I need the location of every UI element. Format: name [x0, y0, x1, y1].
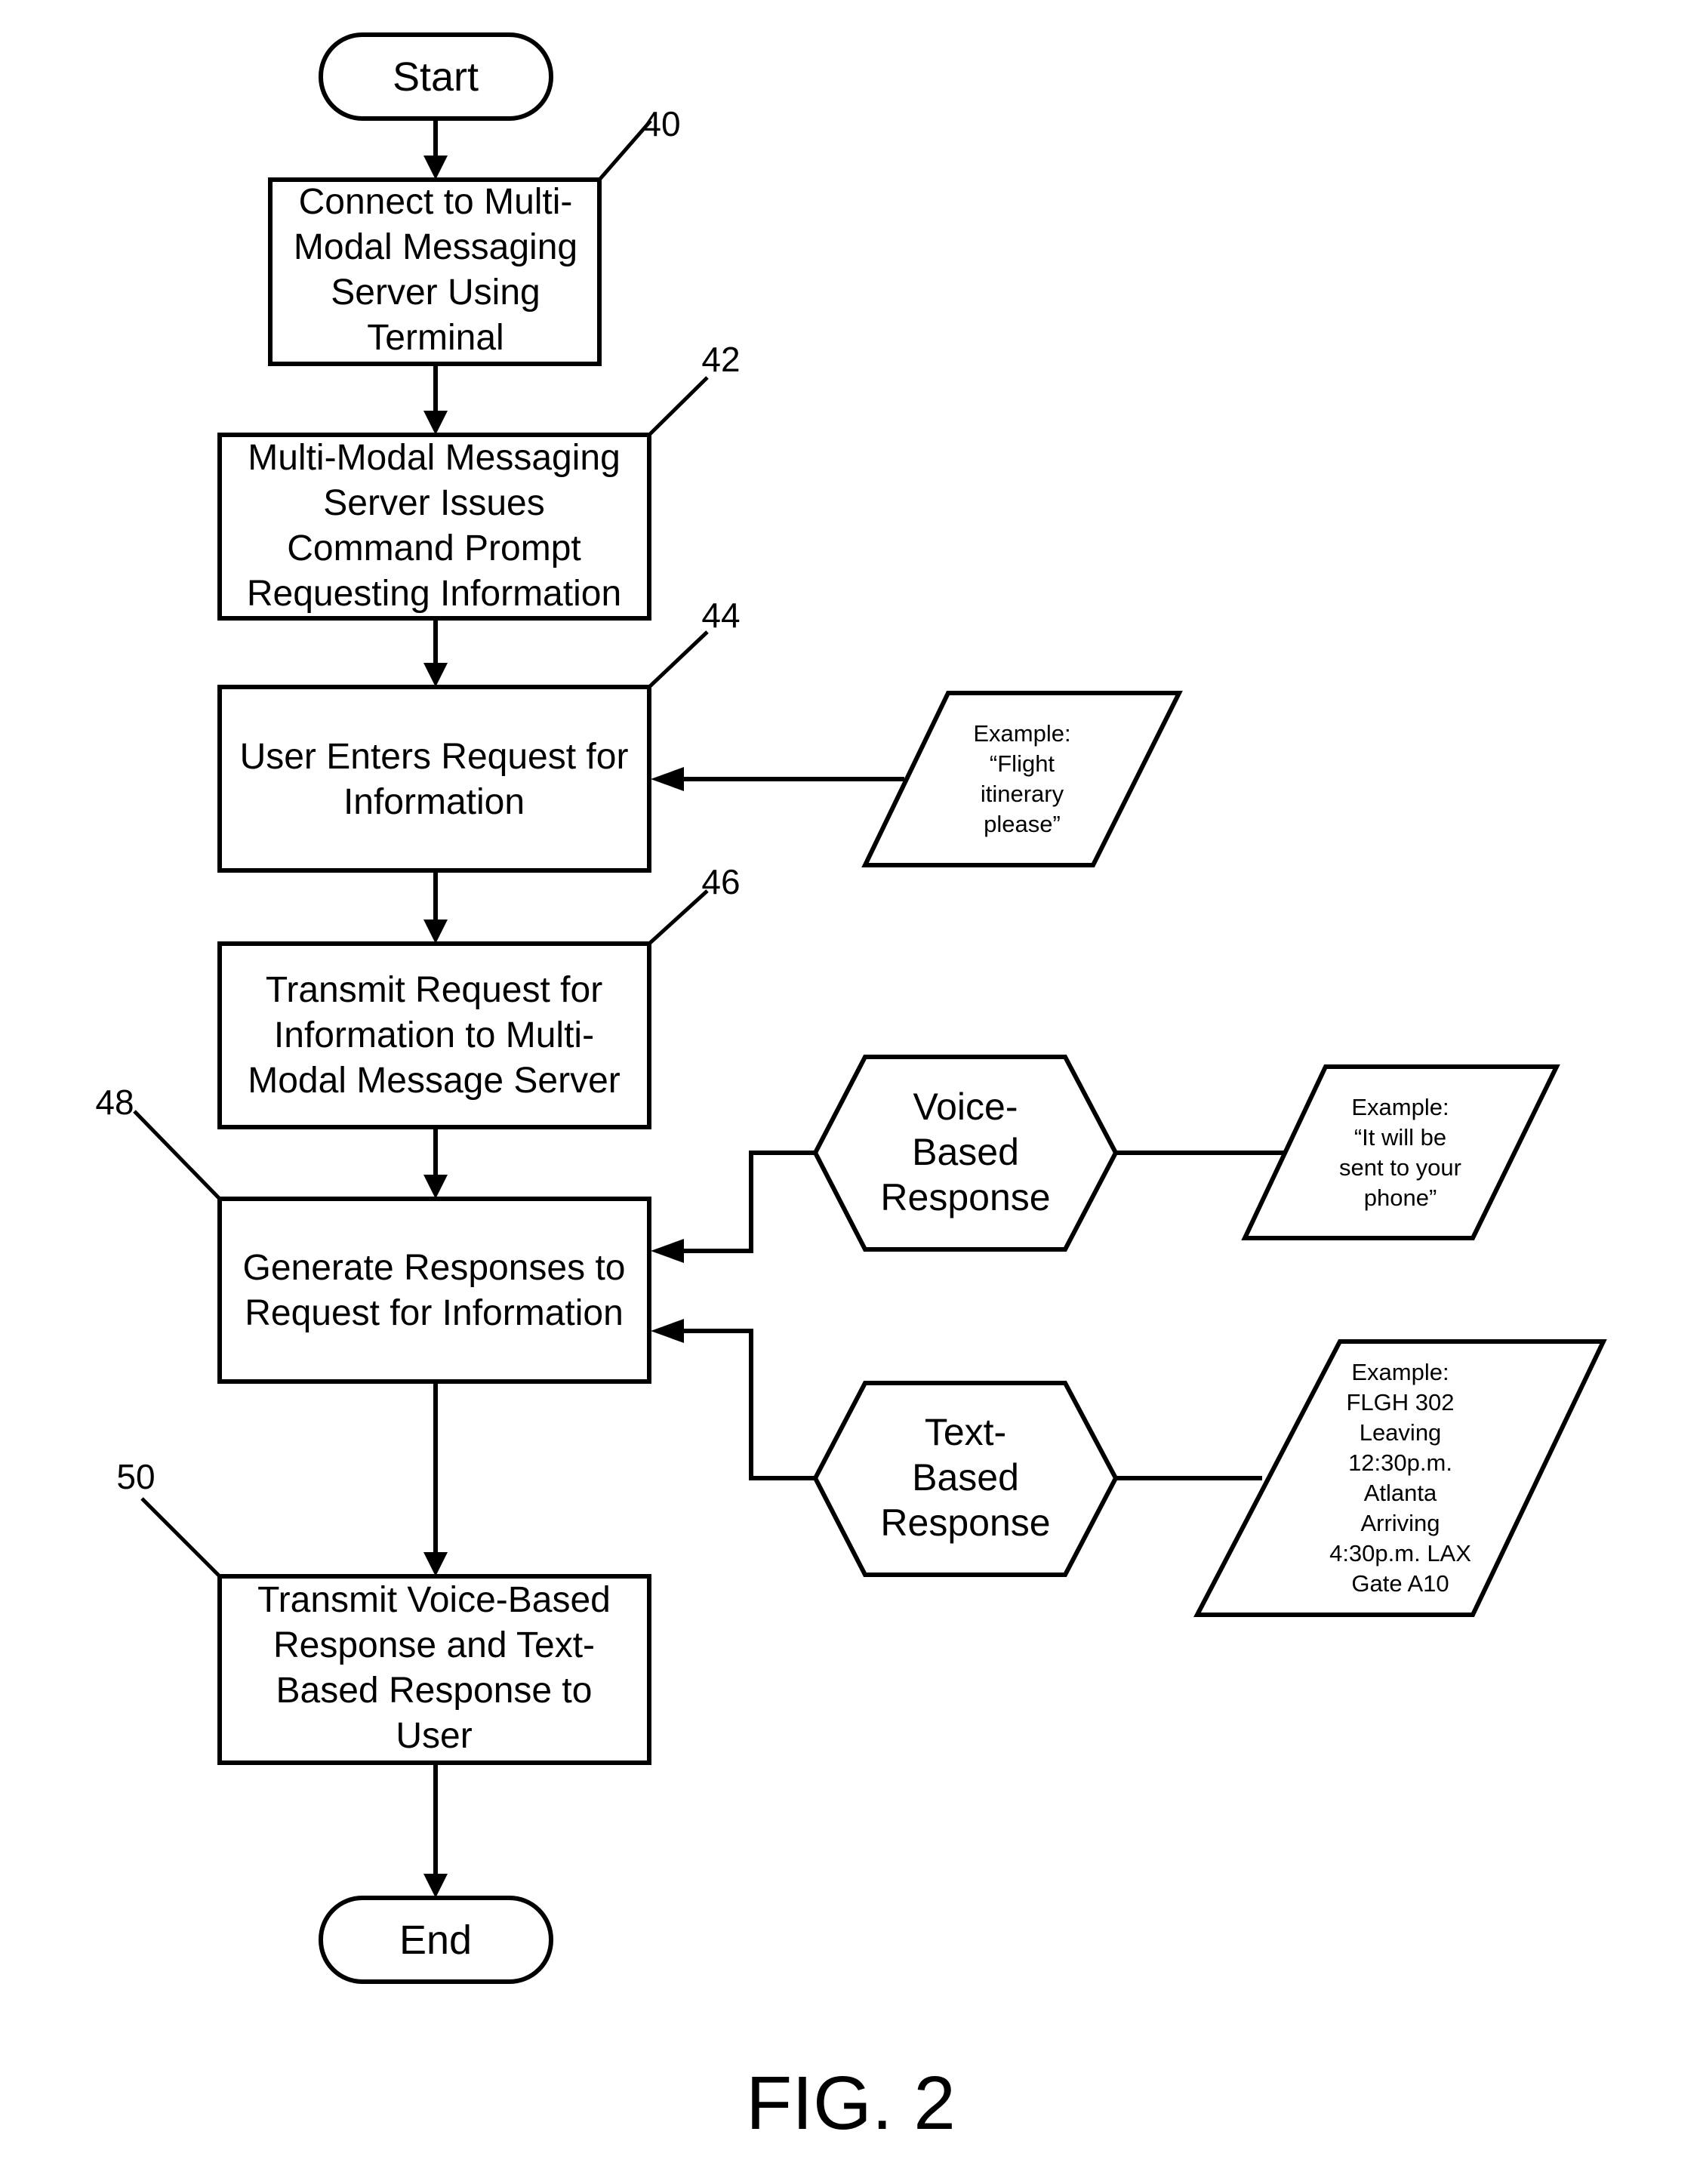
arrow-head	[651, 1239, 684, 1263]
ref-leader-46	[648, 889, 709, 945]
voice-response-line-1: Voice-	[913, 1086, 1018, 1128]
example-1-line-1: Example:	[973, 720, 1070, 747]
arrow-head	[423, 663, 448, 687]
arrow-head	[423, 1552, 448, 1576]
step-48-line-1: Generate Responses to	[243, 1248, 626, 1288]
example-3-line-2: FLGH 302	[1346, 1389, 1454, 1415]
step-42-line-2: Server Issues	[323, 483, 544, 523]
step-40-line-4: Terminal	[367, 318, 504, 358]
arrow-head	[423, 919, 448, 944]
example-2-line-3: sent to your	[1339, 1154, 1461, 1181]
ref-48: 48	[95, 1083, 134, 1122]
step-40-line-2: Modal Messaging	[294, 227, 577, 267]
text-response-line-1: Text-	[925, 1411, 1006, 1453]
step-44: User Enters Request for Information 44	[217, 596, 741, 873]
arrow-head	[423, 156, 448, 180]
step-46: Transmit Request for Information to Mult…	[217, 862, 741, 1129]
connector-voice-to-48	[672, 1151, 815, 1253]
arrow-head	[651, 1319, 684, 1343]
arrow-head	[423, 1874, 448, 1898]
example-3-line-1: Example:	[1351, 1359, 1449, 1385]
flowchart: Start End Connect to Multi- Modal Messag…	[95, 32, 1607, 2145]
example-2-line-4: phone”	[1364, 1184, 1437, 1211]
start-label: Start	[393, 54, 479, 100]
text-response-line-3: Response	[880, 1502, 1050, 1544]
step-44-line-1: User Enters Request for	[240, 737, 629, 777]
example-2-line-2: “It will be	[1354, 1124, 1446, 1151]
ref-44: 44	[701, 596, 740, 635]
step-50-line-2: Response and Text-	[273, 1625, 595, 1665]
step-50: Transmit Voice-Based Response and Text- …	[116, 1457, 651, 1765]
start-terminal: Start	[319, 32, 553, 121]
ref-leader-48	[133, 1110, 221, 1200]
voice-response: Voice- Based Response	[812, 1055, 1119, 1252]
step-46-line-3: Modal Message Server	[248, 1061, 621, 1101]
step-42-line-3: Command Prompt	[287, 528, 580, 568]
example-3-line-3: Leaving	[1360, 1419, 1442, 1446]
example-1: Example: “Flight itinerary please”	[861, 691, 1183, 867]
example-3-line-5: Atlanta	[1364, 1480, 1437, 1506]
step-42: Multi-Modal Messaging Server Issues Comm…	[217, 340, 741, 621]
ref-40: 40	[642, 104, 680, 143]
example-2-parallelogram	[1241, 1064, 1560, 1240]
example-1-parallelogram	[861, 691, 1183, 867]
ref-50: 50	[116, 1457, 155, 1496]
figure-caption: FIG. 2	[746, 2061, 956, 2145]
step-48-box	[217, 1197, 651, 1384]
example-1-line-3: itinerary	[981, 781, 1064, 807]
step-40: Connect to Multi- Modal Messaging Server…	[268, 104, 681, 366]
step-46-line-1: Transmit Request for	[266, 970, 602, 1010]
text-response: Text- Based Response	[812, 1381, 1119, 1577]
arrow-head	[423, 411, 448, 435]
text-response-line-2: Based	[912, 1456, 1019, 1499]
example-2: Example: “It will be sent to your phone”	[1241, 1064, 1560, 1240]
step-42-line-1: Multi-Modal Messaging	[248, 438, 621, 478]
ref-46: 46	[701, 862, 740, 901]
example-1-line-2: “Flight	[990, 750, 1055, 777]
voice-response-line-2: Based	[912, 1131, 1019, 1173]
example-3-line-8: Gate A10	[1351, 1570, 1449, 1597]
ref-leader-44	[648, 630, 709, 688]
example-3-line-7: 4:30p.m. LAX	[1329, 1540, 1471, 1566]
example-3-line-4: 12:30p.m.	[1348, 1449, 1452, 1476]
voice-response-line-3: Response	[880, 1176, 1050, 1218]
end-label: End	[399, 1918, 472, 1963]
connector-text-to-48	[672, 1329, 815, 1480]
ref-leader-50	[140, 1497, 221, 1578]
end-terminal: End	[319, 1896, 553, 1984]
step-42-line-4: Requesting Information	[247, 574, 621, 614]
step-40-line-3: Server Using	[331, 273, 540, 313]
arrow-head	[651, 767, 684, 791]
arrow-head	[423, 1175, 448, 1199]
ref-42: 42	[701, 340, 740, 379]
step-46-line-2: Information to Multi-	[274, 1015, 594, 1055]
step-48-line-2: Request for Information	[245, 1293, 624, 1333]
step-50-line-3: Based Response to	[276, 1671, 593, 1711]
step-50-line-1: Transmit Voice-Based	[257, 1580, 611, 1620]
step-40-line-1: Connect to Multi-	[299, 182, 573, 222]
example-1-line-4: please”	[984, 811, 1061, 837]
ref-leader-42	[648, 376, 709, 436]
step-44-box	[217, 685, 651, 873]
example-2-line-1: Example:	[1351, 1094, 1449, 1120]
example-3-line-6: Arriving	[1360, 1510, 1440, 1536]
step-44-line-2: Information	[343, 782, 525, 822]
step-50-line-4: User	[396, 1716, 472, 1756]
